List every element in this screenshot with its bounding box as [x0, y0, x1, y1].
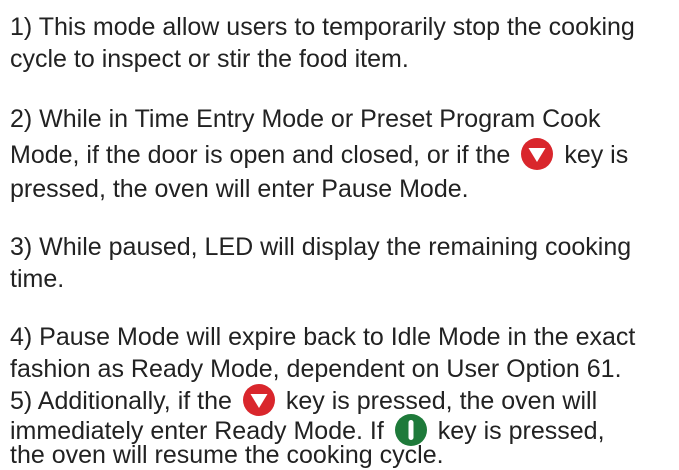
text-line: fashion as Ready Mode, dependent on User…: [10, 355, 622, 383]
text-line: 2) While in Time Entry Mode or Preset Pr…: [10, 105, 601, 133]
text-line: time.: [10, 265, 65, 293]
text-line: cycle to inspect or stir the food item.: [10, 45, 409, 73]
stop-key-icon: [520, 137, 554, 171]
stop-key-icon: [242, 383, 276, 417]
text-line-with-icon: Mode, if the door is open and closed, or…: [10, 137, 628, 171]
text-line: 4) Pause Mode will expire back to Idle M…: [10, 323, 636, 351]
text-line-with-icon: 5) Additionally, if the key is pressed, …: [10, 383, 597, 417]
text-line: pressed, the oven will enter Pause Mode.: [10, 175, 469, 203]
text-line: 3) While paused, LED will display the re…: [10, 233, 632, 261]
text-line-last: the oven will resume the cooking cycle.: [10, 441, 444, 469]
text-line: 1) This mode allow users to temporarily …: [10, 13, 635, 41]
